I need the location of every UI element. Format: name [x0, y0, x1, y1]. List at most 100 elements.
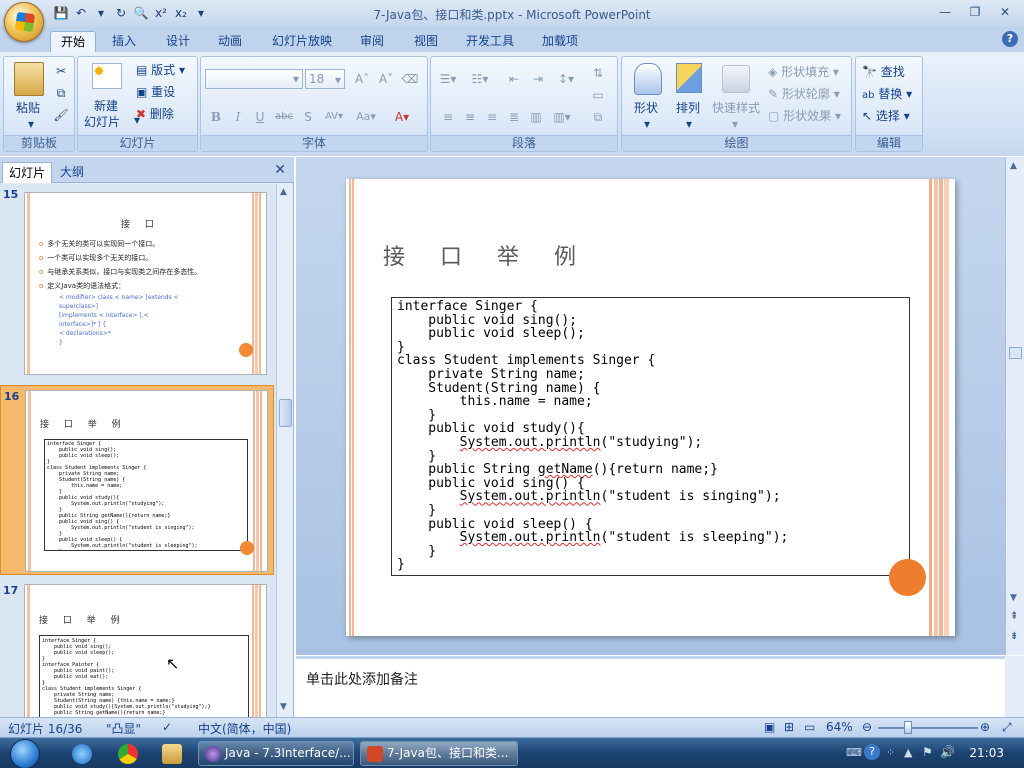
taskbar-item-powerpoint[interactable]: 7-Java包、接口和类... [360, 741, 518, 766]
close-icon[interactable]: ✕ [992, 3, 1018, 21]
minimize-icon[interactable]: — [932, 3, 958, 21]
tab-outline[interactable]: 大纲 [54, 162, 90, 183]
layout-button[interactable]: ▤ 版式 ▾ [136, 61, 185, 78]
decrease-indent-icon[interactable]: ⇤ [503, 69, 525, 89]
scroll-thumb[interactable] [279, 399, 292, 427]
fit-to-window-icon[interactable]: ⤢ [1002, 720, 1012, 735]
taskbar-item-eclipse[interactable]: Java - 7.3Interface/... [198, 741, 354, 766]
format-painter-icon[interactable]: 🖌 [50, 105, 72, 125]
smartart-icon[interactable]: ⧉ [587, 107, 609, 127]
paste-button[interactable]: 粘贴 [16, 99, 40, 116]
editor-scrollbar[interactable]: ▲ ▼ ⇞ ⇟ [1005, 157, 1024, 655]
change-case-icon[interactable]: Aa▾ [355, 107, 377, 127]
explorer-icon[interactable] [162, 744, 182, 764]
code-textbox[interactable]: interface Singer { public void sing(); p… [391, 297, 910, 576]
keyboard-icon[interactable]: ⌨ [846, 746, 862, 759]
quick-styles-button[interactable]: 快速样式 [712, 99, 760, 116]
shrink-font-icon[interactable]: A˅ [375, 69, 397, 89]
thumbnail-slide-17[interactable]: 17 接 口 举 例 interface Singer { public voi… [0, 580, 274, 717]
quick-styles-icon[interactable] [722, 65, 750, 93]
tab-view[interactable]: 视图 [404, 31, 448, 52]
text-direction-icon[interactable]: ⇅ [587, 63, 609, 83]
ie-icon[interactable] [72, 744, 92, 764]
next-slide-icon[interactable]: ⇟ [1010, 631, 1018, 642]
help-icon[interactable]: ? [1002, 31, 1018, 47]
font-name-select[interactable]: ▾ [205, 69, 303, 89]
justify-icon[interactable]: ≣ [503, 107, 525, 127]
new-slide-icon[interactable]: ✸ [92, 63, 122, 89]
zoom-level[interactable]: 64% [826, 720, 853, 734]
increase-indent-icon[interactable]: ⇥ [527, 69, 549, 89]
scroll-up-icon[interactable]: ▲ [1010, 161, 1017, 171]
tab-design[interactable]: 设计 [156, 31, 200, 52]
zoom-slider[interactable] [878, 721, 978, 734]
arrange-icon[interactable] [676, 63, 702, 93]
slideshow-view-icon[interactable]: ▭ [804, 720, 815, 734]
zoom-slider-knob[interactable] [904, 721, 912, 734]
shape-outline-button[interactable]: ✎ 形状轮廓 ▾ [768, 85, 840, 102]
tab-insert[interactable]: 插入 [102, 31, 146, 52]
scroll-down-icon[interactable]: ▼ [1010, 593, 1017, 603]
show-hidden-icon[interactable]: ▲ [904, 746, 912, 759]
grow-font-icon[interactable]: A˄ [351, 69, 373, 89]
columns-icon[interactable]: ▥▾ [551, 107, 573, 127]
shadow-icon[interactable]: S [297, 107, 319, 127]
align-right-icon[interactable]: ≡ [481, 107, 503, 127]
new-slide-label-2[interactable]: 幻灯片 [84, 113, 120, 130]
copy-icon[interactable]: ⧉ [50, 83, 72, 103]
reset-button[interactable]: ▣ 重设 [136, 83, 175, 100]
delete-button[interactable]: ✖ 删除 [136, 105, 174, 122]
tab-review[interactable]: 审阅 [350, 31, 394, 52]
help-tray-icon[interactable]: ? [864, 744, 880, 760]
clear-format-icon[interactable]: ⌫ [399, 69, 421, 89]
italic-icon[interactable]: I [227, 107, 249, 127]
notes-placeholder[interactable]: 单击此处添加备注 [306, 669, 418, 689]
previous-slide-icon[interactable]: ⇞ [1010, 611, 1018, 622]
spellcheck-icon[interactable]: ✓ [162, 720, 172, 734]
find-button[interactable]: 🔭 查找 [862, 63, 905, 80]
network-icon[interactable]: ⁘ [886, 746, 895, 759]
office-button[interactable] [4, 2, 44, 42]
close-icon[interactable]: ✕ [274, 162, 286, 178]
align-left-icon[interactable]: ≡ [437, 107, 459, 127]
slide-title[interactable]: 接 口 举 例 [383, 239, 590, 271]
sorter-view-icon[interactable]: ⊞ [784, 720, 794, 734]
align-center-icon[interactable]: ≡ [459, 107, 481, 127]
flag-icon[interactable]: ⚑ [922, 745, 933, 759]
tab-addins[interactable]: 加载项 [532, 31, 588, 52]
shapes-button[interactable]: 形状 [634, 99, 658, 116]
distribute-icon[interactable]: ▥ [525, 107, 547, 127]
arrange-button[interactable]: 排列 [676, 99, 700, 116]
shape-effects-button[interactable]: ▢ 形状效果 ▾ [768, 107, 841, 124]
thumbnail-slide-15[interactable]: 15 接 口 多个无关的类可以实现同一个接口。 一个类可以实现多个无关的接口。 … [0, 184, 274, 380]
font-size-select[interactable]: 18 ▾ [305, 69, 345, 89]
bold-icon[interactable]: B [205, 107, 227, 127]
numbering-icon[interactable]: ☷▾ [469, 69, 491, 89]
bullets-icon[interactable]: ☰▾ [437, 69, 459, 89]
zoom-out-icon[interactable]: ⊖ [862, 720, 872, 734]
zoom-in-icon[interactable]: ⊕ [980, 720, 990, 734]
new-slide-label-1[interactable]: 新建 [94, 97, 118, 114]
scroll-thumb[interactable] [1009, 347, 1022, 359]
tab-home[interactable]: 开始 [50, 31, 97, 52]
underline-icon[interactable]: U [249, 107, 271, 127]
chrome-icon[interactable] [118, 744, 138, 764]
normal-view-icon[interactable]: ▣ [764, 720, 775, 734]
line-spacing-icon[interactable]: ↕▾ [555, 69, 577, 89]
select-button[interactable]: ↖ 选择 ▾ [862, 107, 910, 124]
volume-icon[interactable]: 🔊 [940, 745, 955, 759]
align-text-icon[interactable]: ▭ [587, 85, 609, 105]
tab-animation[interactable]: 动画 [208, 31, 252, 52]
shapes-icon[interactable] [634, 63, 662, 95]
replace-button[interactable]: ab 替换 ▾ [862, 85, 912, 102]
restore-icon[interactable]: ❐ [962, 3, 988, 21]
paste-icon[interactable] [14, 62, 44, 96]
tab-slideshow[interactable]: 幻灯片放映 [262, 31, 342, 52]
thumbnail-slide-16[interactable]: 16 接 口 举 例 interface Singer { public voi… [0, 385, 274, 575]
font-color-icon[interactable]: A▾ [391, 107, 413, 127]
scroll-up-icon[interactable]: ▲ [280, 187, 287, 197]
thumbnail-scrollbar[interactable]: ▲ ▼ [276, 184, 293, 717]
tab-developer[interactable]: 开发工具 [456, 31, 524, 52]
notes-pane[interactable]: 单击此处添加备注 [296, 656, 1005, 717]
cut-icon[interactable]: ✂ [50, 61, 72, 81]
